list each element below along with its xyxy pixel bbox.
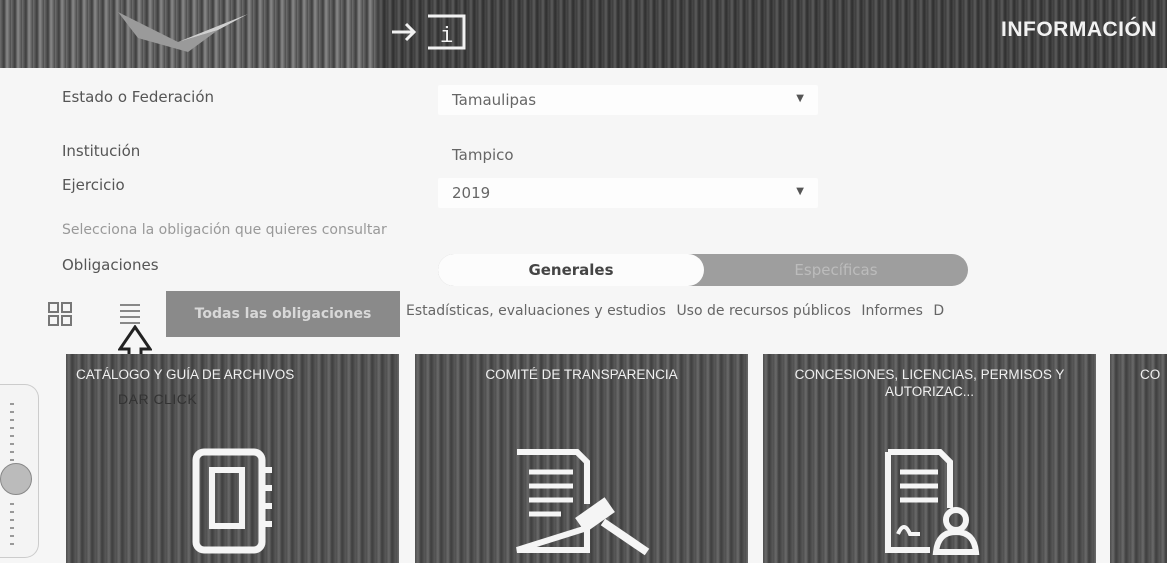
filter-links: Estadísticas, evaluaciones y estudios Us…: [406, 303, 1167, 319]
chevron-down-icon: ▼: [796, 186, 804, 197]
document-gavel-icon: [515, 449, 649, 556]
logo-area[interactable]: [0, 0, 378, 68]
filter-link[interactable]: Informes: [861, 303, 923, 319]
estado-select[interactable]: Tamaulipas ▼: [438, 85, 818, 115]
ejercicio-value: 2019: [452, 184, 491, 202]
click-annotation: DAR CLICK: [118, 391, 198, 407]
card-comite[interactable]: COMITÉ DE TRANSPARENCIA: [415, 354, 748, 563]
chevron-down-icon: ▼: [796, 93, 804, 104]
card-concesiones[interactable]: CONCESIONES, LICENCIAS, PERMISOS Y AUTOR…: [763, 354, 1096, 563]
card-catalogo[interactable]: CATÁLOGO Y GUÍA DE ARCHIVOS: [66, 354, 399, 563]
obligation-hint: Selecciona la obligación que quieres con…: [62, 222, 387, 238]
svg-text:i: i: [440, 24, 453, 49]
document-person-icon: [884, 449, 979, 555]
grid-view-icon[interactable]: [48, 302, 72, 326]
accessibility-widget[interactable]: [0, 384, 39, 558]
list-view-icon[interactable]: [118, 302, 142, 324]
header-title: INFORMACIÓN: [1001, 18, 1157, 41]
filter-link[interactable]: D: [933, 303, 944, 319]
binder-icon: [192, 448, 272, 554]
card-title: CATÁLOGO Y GUÍA DE ARCHIVOS: [76, 367, 295, 382]
logo-icon: [118, 12, 248, 52]
accessibility-icon[interactable]: [0, 463, 32, 495]
toggle-especificas[interactable]: Específicas: [704, 254, 968, 286]
login-info-icon[interactable]: i: [388, 12, 472, 52]
dots-decoration: [10, 503, 14, 551]
card-title: CONCESIONES, LICENCIAS, PERMISOS Y AUTOR…: [794, 367, 1065, 399]
card-partial[interactable]: CO: [1110, 354, 1167, 563]
obligaciones-label: Obligaciones: [62, 256, 159, 274]
card-title: CO: [1140, 367, 1161, 382]
filter-link[interactable]: Uso de recursos públicos: [676, 303, 850, 319]
filter-all-obligations[interactable]: Todas las obligaciones: [166, 291, 400, 337]
filter-link[interactable]: Estadísticas, evaluaciones y estudios: [406, 303, 666, 319]
dots-decoration: [10, 403, 14, 461]
institucion-label: Institución: [62, 142, 141, 160]
ejercicio-select[interactable]: 2019 ▼: [438, 178, 818, 208]
ejercicio-label: Ejercicio: [62, 176, 125, 194]
institucion-value: Tampico: [452, 146, 514, 164]
estado-value: Tamaulipas: [452, 91, 537, 109]
top-header: i INFORMACIÓN: [0, 0, 1167, 68]
obligaciones-toggle: Generales Específicas: [438, 254, 968, 286]
toggle-generales[interactable]: Generales: [438, 254, 704, 286]
estado-label: Estado o Federación: [62, 88, 215, 106]
card-title: COMITÉ DE TRANSPARENCIA: [485, 367, 678, 382]
